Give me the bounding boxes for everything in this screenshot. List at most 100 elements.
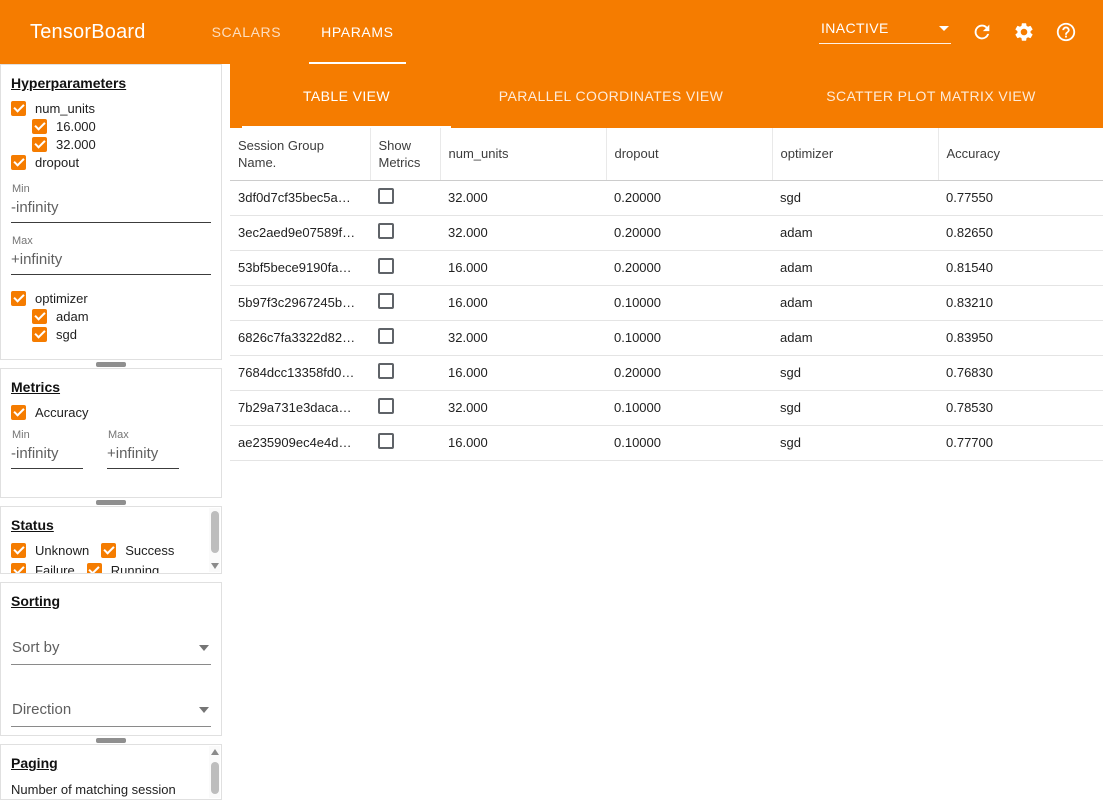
optimizer-cell: adam bbox=[772, 215, 938, 250]
session-group-row: 7b29a731e3daca…32.0000.10000sgd0.78530 bbox=[230, 390, 1103, 425]
session-group-row: 7684dcc13358fd0…16.0000.20000sgd0.76830 bbox=[230, 355, 1103, 390]
show-metrics-cell bbox=[370, 250, 440, 285]
show-metrics-checkbox[interactable] bbox=[378, 293, 394, 309]
refresh-icon[interactable] bbox=[971, 21, 993, 43]
hparam-label: num_units bbox=[35, 101, 95, 116]
panel-resize-handle[interactable] bbox=[96, 500, 126, 505]
status-option-running[interactable]: Running bbox=[87, 561, 159, 574]
reload-status-dropdown[interactable]: INACTIVE bbox=[819, 20, 951, 44]
hparam-optimizer-value-sgd[interactable]: sgd bbox=[11, 325, 211, 343]
metric-max-input[interactable] bbox=[107, 441, 179, 469]
tab-table-view[interactable]: TABLE VIEW bbox=[230, 64, 463, 128]
col-num-units[interactable]: num_units bbox=[440, 128, 606, 180]
checkbox-checked-icon[interactable] bbox=[11, 543, 26, 558]
checkbox-checked-icon[interactable] bbox=[11, 563, 26, 575]
col-dropout[interactable]: dropout bbox=[606, 128, 772, 180]
dropout-max-input[interactable] bbox=[11, 247, 211, 275]
settings-gear-icon[interactable] bbox=[1013, 21, 1035, 43]
scrollbar-thumb[interactable] bbox=[211, 762, 219, 794]
tab-hparams[interactable]: HPARAMS bbox=[301, 0, 413, 64]
scroll-up-arrow-icon[interactable] bbox=[211, 749, 219, 755]
checkbox-checked-icon[interactable] bbox=[11, 155, 26, 170]
dropout-cell: 0.20000 bbox=[606, 215, 772, 250]
hparam-label: optimizer bbox=[35, 291, 88, 306]
checkbox-checked-icon[interactable] bbox=[87, 563, 102, 575]
chevron-down-icon bbox=[939, 26, 949, 31]
checkbox-checked-icon[interactable] bbox=[32, 119, 47, 134]
checkbox-checked-icon[interactable] bbox=[32, 309, 47, 324]
chevron-down-icon bbox=[199, 645, 209, 651]
show-metrics-checkbox[interactable] bbox=[378, 433, 394, 449]
status-option-failure[interactable]: Failure bbox=[11, 561, 75, 574]
dropout-min-input[interactable] bbox=[11, 195, 211, 223]
dropout-max-label: Max bbox=[12, 235, 211, 247]
tab-parallel-coordinates-view[interactable]: PARALLEL COORDINATES VIEW bbox=[463, 64, 759, 128]
hparam-optimizer[interactable]: optimizer bbox=[11, 289, 211, 307]
checkbox-checked-icon[interactable] bbox=[11, 101, 26, 116]
help-icon[interactable] bbox=[1055, 21, 1077, 43]
show-metrics-checkbox[interactable] bbox=[378, 328, 394, 344]
col-optimizer[interactable]: optimizer bbox=[772, 128, 938, 180]
checkbox-checked-icon[interactable] bbox=[101, 543, 116, 558]
status-heading: Status bbox=[11, 517, 211, 533]
num-units-cell: 16.000 bbox=[440, 250, 606, 285]
num-units-cell: 32.000 bbox=[440, 180, 606, 215]
show-metrics-checkbox[interactable] bbox=[378, 223, 394, 239]
metric-minmax-row: Min Max bbox=[11, 421, 211, 469]
num-units-cell: 16.000 bbox=[440, 355, 606, 390]
show-metrics-cell bbox=[370, 215, 440, 250]
panel-resize-handle[interactable] bbox=[96, 362, 126, 367]
sort-by-dropdown[interactable]: Sort by bbox=[11, 635, 211, 665]
tab-scatter-plot-matrix-view[interactable]: SCATTER PLOT MATRIX VIEW bbox=[759, 64, 1103, 128]
session-group-row: 6826c7fa3322d82…32.0000.10000adam0.83950 bbox=[230, 320, 1103, 355]
checkbox-checked-icon[interactable] bbox=[32, 327, 47, 342]
dropout-cell: 0.20000 bbox=[606, 180, 772, 215]
session-group-row: ae235909ec4e4d…16.0000.10000sgd0.77700 bbox=[230, 425, 1103, 460]
dropout-cell: 0.10000 bbox=[606, 320, 772, 355]
num-units-cell: 32.000 bbox=[440, 390, 606, 425]
table-header-row: Session Group Name. Show Metrics num_uni… bbox=[230, 128, 1103, 180]
num-units-cell: 32.000 bbox=[440, 320, 606, 355]
checkbox-checked-icon[interactable] bbox=[11, 405, 26, 420]
session-group-name-cell: 5b97f3c2967245b… bbox=[230, 285, 370, 320]
show-metrics-cell bbox=[370, 285, 440, 320]
show-metrics-checkbox[interactable] bbox=[378, 258, 394, 274]
dropout-cell: 0.20000 bbox=[606, 250, 772, 285]
num-units-cell: 16.000 bbox=[440, 285, 606, 320]
session-group-name-cell: 7684dcc13358fd0… bbox=[230, 355, 370, 390]
show-metrics-checkbox[interactable] bbox=[378, 363, 394, 379]
hparam-optimizer-value-adam[interactable]: adam bbox=[11, 307, 211, 325]
status-option-success[interactable]: Success bbox=[101, 541, 174, 559]
hparam-num-units-value-32[interactable]: 32.000 bbox=[11, 135, 211, 153]
optimizer-cell: adam bbox=[772, 285, 938, 320]
checkbox-checked-icon[interactable] bbox=[32, 137, 47, 152]
hparam-value-label: sgd bbox=[56, 327, 77, 342]
metric-min-input[interactable] bbox=[11, 441, 83, 469]
col-accuracy[interactable]: Accuracy bbox=[938, 128, 1103, 180]
tab-scalars[interactable]: SCALARS bbox=[192, 0, 302, 64]
col-session-group-name[interactable]: Session Group Name. bbox=[230, 128, 370, 180]
show-metrics-checkbox[interactable] bbox=[378, 398, 394, 414]
paging-panel-scrollbar[interactable] bbox=[209, 746, 220, 798]
num-units-cell: 16.000 bbox=[440, 425, 606, 460]
sidebar: Hyperparameters num_units 16.000 32.000 … bbox=[0, 64, 222, 800]
scroll-down-arrow-icon[interactable] bbox=[211, 563, 219, 569]
hparam-num-units-value-16[interactable]: 16.000 bbox=[11, 117, 211, 135]
col-show-metrics[interactable]: Show Metrics bbox=[370, 128, 440, 180]
accuracy-cell: 0.78530 bbox=[938, 390, 1103, 425]
show-metrics-checkbox[interactable] bbox=[378, 188, 394, 204]
show-metrics-cell bbox=[370, 355, 440, 390]
status-option-unknown[interactable]: Unknown bbox=[11, 541, 89, 559]
scrollbar-thumb[interactable] bbox=[211, 511, 219, 553]
hparam-num-units[interactable]: num_units bbox=[11, 99, 211, 117]
direction-dropdown[interactable]: Direction bbox=[11, 697, 211, 727]
session-groups-table: Session Group Name. Show Metrics num_uni… bbox=[230, 128, 1103, 461]
optimizer-cell: sgd bbox=[772, 425, 938, 460]
sorting-heading: Sorting bbox=[11, 593, 211, 609]
panel-resize-handle[interactable] bbox=[96, 738, 126, 743]
metric-accuracy[interactable]: Accuracy bbox=[11, 403, 211, 421]
hparam-dropout[interactable]: dropout bbox=[11, 153, 211, 171]
status-panel-scrollbar[interactable] bbox=[209, 508, 220, 572]
checkbox-checked-icon[interactable] bbox=[11, 291, 26, 306]
hyperparameters-heading: Hyperparameters bbox=[11, 75, 211, 91]
